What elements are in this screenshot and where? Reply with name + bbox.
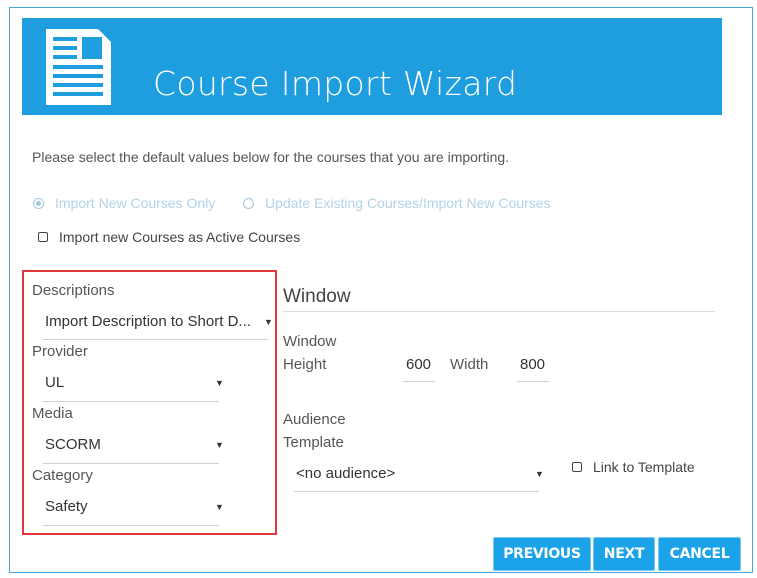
select-underline [43, 463, 219, 464]
next-button[interactable]: NEXT [593, 537, 655, 571]
radio-import-new-only[interactable]: Import New Courses Only [33, 195, 215, 211]
select-underline [43, 525, 219, 526]
active-courses-checkbox-row[interactable]: Import new Courses as Active Courses [38, 229, 300, 245]
window-width-input[interactable]: 800 [517, 356, 549, 382]
select-underline [43, 339, 268, 340]
provider-select[interactable]: UL ▼ [43, 374, 224, 402]
intro-text: Please select the default values below f… [32, 149, 510, 165]
input-underline [517, 381, 549, 382]
descriptions-label: Descriptions [32, 282, 115, 299]
media-label: Media [32, 405, 73, 422]
link-to-template-checkbox[interactable] [572, 462, 582, 472]
provider-value: UL [45, 374, 65, 391]
chevron-down-icon: ▼ [264, 317, 273, 327]
provider-label: Provider [32, 343, 88, 360]
descriptions-select[interactable]: Import Description to Short D... ▼ [43, 313, 273, 340]
document-icon [46, 29, 111, 105]
wizard-banner: Course Import Wizard [22, 18, 722, 115]
media-value: SCORM [45, 436, 101, 453]
input-underline [403, 381, 435, 382]
radio-label: Import New Courses Only [55, 195, 216, 211]
radio-button-checked[interactable] [33, 197, 44, 209]
window-height-value: 600 [406, 356, 432, 373]
audience-template-value: <no audience> [296, 465, 396, 482]
category-value: Safety [45, 498, 88, 515]
radio-update-existing[interactable]: Update Existing Courses/Import New Cours… [243, 195, 551, 211]
chevron-down-icon: ▼ [535, 469, 544, 479]
previous-button[interactable]: PREVIOUS [493, 537, 591, 571]
media-select[interactable]: SCORM ▼ [43, 436, 224, 464]
chevron-down-icon: ▼ [215, 440, 224, 450]
active-courses-checkbox[interactable] [38, 232, 48, 242]
category-label: Category [32, 467, 93, 484]
chevron-down-icon: ▼ [215, 378, 224, 388]
link-to-template-row[interactable]: Link to Template [572, 459, 695, 475]
window-label-line2: Height [283, 356, 327, 373]
audience-label-line1: Audience [283, 411, 346, 428]
window-divider [283, 311, 715, 312]
radio-button[interactable] [243, 197, 254, 209]
cancel-button[interactable]: CANCEL [658, 537, 741, 571]
audience-template-select[interactable]: <no audience> ▼ [294, 465, 544, 492]
audience-label-line2: Template [283, 434, 344, 451]
link-to-template-label: Link to Template [593, 459, 695, 475]
select-underline [43, 401, 219, 402]
category-select[interactable]: Safety ▼ [43, 498, 224, 526]
window-section-heading: Window [283, 286, 351, 307]
wizard-title: Course Import Wizard [153, 64, 518, 103]
window-label-line1: Window [283, 333, 337, 350]
active-courses-label: Import new Courses as Active Courses [59, 229, 301, 245]
chevron-down-icon: ▼ [215, 502, 224, 512]
select-underline [294, 491, 539, 492]
defaults-highlight-box [22, 270, 277, 535]
window-width-value: 800 [520, 356, 546, 373]
descriptions-value: Import Description to Short D... [45, 313, 251, 330]
window-width-label: Width [450, 356, 489, 373]
window-height-input[interactable]: 600 [403, 356, 435, 382]
radio-label: Update Existing Courses/Import New Cours… [265, 195, 551, 211]
